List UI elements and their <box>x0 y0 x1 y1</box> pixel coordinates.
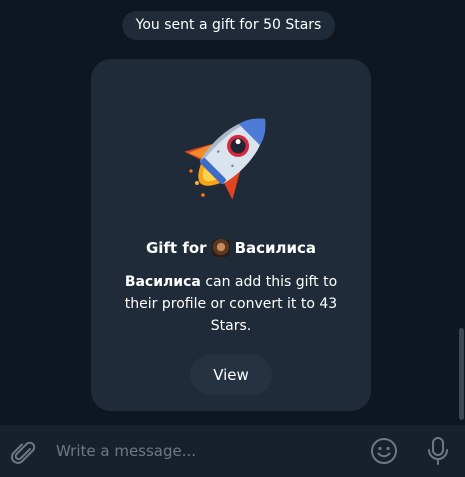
chat-area: You sent a gift for 50 Stars Gift for Ва… <box>0 0 457 425</box>
view-gift-button[interactable]: View <box>190 355 272 395</box>
rocket-icon <box>184 118 266 200</box>
message-input[interactable] <box>56 437 346 465</box>
gift-title-prefix: Gift for <box>145 239 207 257</box>
gift-description: Василиса can add this gift to their prof… <box>111 271 351 337</box>
message-composer <box>0 425 465 477</box>
gift-service-message: You sent a gift for 50 Stars <box>121 11 336 40</box>
smile-icon[interactable] <box>370 437 398 465</box>
microphone-icon[interactable] <box>426 436 450 466</box>
chat-scrollbar[interactable] <box>457 0 465 425</box>
gift-title: Gift for Василиса <box>91 239 371 257</box>
recipient-avatar <box>211 239 230 257</box>
paperclip-icon[interactable] <box>10 439 36 465</box>
gift-recipient-name: Василиса <box>234 239 317 257</box>
gift-card[interactable]: Gift for Василиса Василиса can add this … <box>91 59 371 411</box>
chat-scrollbar-thumb[interactable] <box>459 328 464 420</box>
gift-description-recipient: Василиса <box>124 274 201 290</box>
